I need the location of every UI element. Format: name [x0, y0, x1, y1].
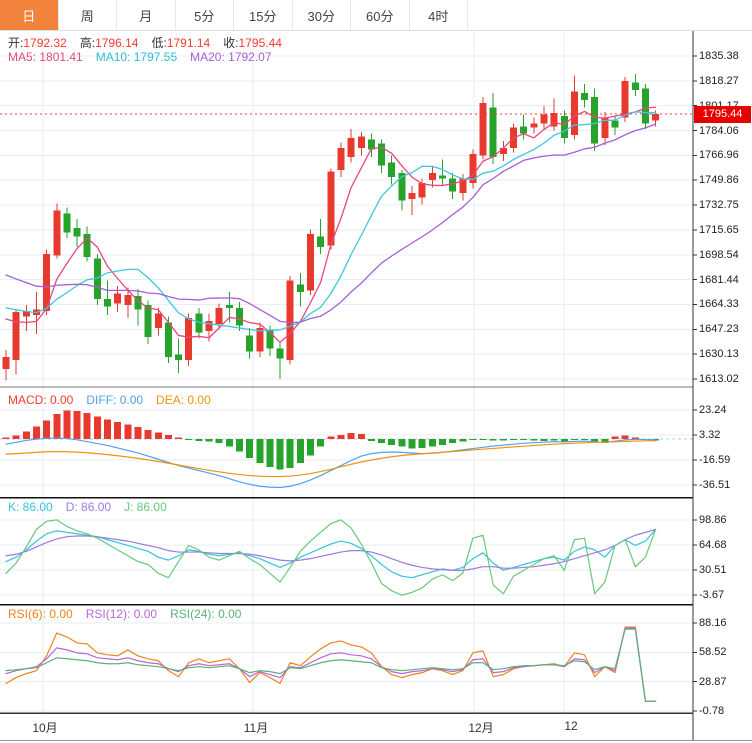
kdj-legend: K: 86.00 D: 86.00 J: 86.00 [8, 500, 167, 514]
low-value: 1791.14 [167, 36, 210, 50]
rsi24-value: RSI(24): 0.00 [170, 607, 241, 621]
macd-axis-label: 3.32 [699, 429, 720, 441]
price-axis-label: 1766.96 [699, 149, 739, 161]
macd-axis-label: -16.59 [699, 454, 730, 466]
price-axis-label: 1818.27 [699, 75, 739, 87]
tab-15分[interactable]: 15分 [234, 0, 293, 30]
close-label: 收: [223, 36, 238, 50]
ohlc-high: 高:1796.14 [80, 34, 139, 51]
close-value: 1795.44 [239, 36, 282, 50]
k-value: K: 86.00 [8, 500, 53, 514]
price-axis-label: 1698.54 [699, 249, 739, 261]
macd-value: MACD: 0.00 [8, 393, 73, 407]
rsi-axis-label: 88.16 [699, 617, 727, 629]
tab-周[interactable]: 周 [59, 0, 118, 30]
chart-svg[interactable] [0, 0, 752, 743]
ma20-value: MA20: 1792.07 [190, 50, 271, 64]
kdj-axis-label: -3.67 [699, 589, 724, 601]
ohlc-close: 收:1795.44 [223, 34, 282, 51]
macd-legend: MACD: 0.00 DIFF: 0.00 DEA: 0.00 [8, 393, 211, 407]
kdj-axis-label: 30.51 [699, 564, 727, 576]
macd-axis-label: 23.24 [699, 404, 727, 416]
current-price-tag: 1795.44 [694, 106, 751, 123]
price-axis-label: 1784.06 [699, 125, 739, 137]
rsi-axis-label: 28.87 [699, 676, 727, 688]
d-value: D: 86.00 [66, 500, 111, 514]
timeframe-tabs: 日周月5分15分30分60分4时 [0, 0, 752, 31]
x-axis-label: 12 [564, 719, 577, 733]
low-label: 低: [151, 36, 166, 50]
price-axis-label: 1732.75 [699, 199, 739, 211]
rsi12-value: RSI(12): 0.00 [86, 607, 157, 621]
diff-value: DIFF: 0.00 [86, 393, 143, 407]
high-value: 1796.14 [95, 36, 138, 50]
price-axis-label: 1749.86 [699, 174, 739, 186]
ma5-value: MA5: 1801.41 [8, 50, 83, 64]
macd-axis-label: -36.51 [699, 479, 730, 491]
ohlc-open: 开:1792.32 [8, 34, 67, 51]
open-label: 开: [8, 36, 23, 50]
high-label: 高: [80, 36, 95, 50]
j-value: J: 86.00 [124, 500, 167, 514]
rsi-axis-label: -0.78 [699, 705, 724, 717]
price-axis-label: 1613.02 [699, 373, 739, 385]
dea-value: DEA: 0.00 [156, 393, 211, 407]
ohlc-legend: 开:1792.32 高:1796.14 低:1791.14 收:1795.44 [8, 34, 282, 51]
ma-legend: MA5: 1801.41 MA10: 1797.55 MA20: 1792.07 [8, 50, 272, 64]
price-axis-label: 1647.23 [699, 323, 739, 335]
price-axis-label: 1715.65 [699, 224, 739, 236]
x-axis-label: 12月 [468, 719, 493, 736]
price-axis-label: 1835.38 [699, 50, 739, 62]
tab-5分[interactable]: 5分 [176, 0, 235, 30]
rsi-axis-label: 58.52 [699, 646, 727, 658]
tab-4时[interactable]: 4时 [410, 0, 469, 30]
x-axis-label: 10月 [32, 719, 57, 736]
rsi6-value: RSI(6): 0.00 [8, 607, 73, 621]
kdj-axis-label: 64.68 [699, 539, 727, 551]
tab-60分[interactable]: 60分 [351, 0, 410, 30]
tab-30分[interactable]: 30分 [293, 0, 352, 30]
rsi-legend: RSI(6): 0.00 RSI(12): 0.00 RSI(24): 0.00 [8, 607, 241, 621]
open-value: 1792.32 [23, 36, 66, 50]
ohlc-low: 低:1791.14 [151, 34, 210, 51]
price-axis-label: 1681.44 [699, 274, 739, 286]
kdj-axis-label: 98.86 [699, 514, 727, 526]
ma10-value: MA10: 1797.55 [96, 50, 177, 64]
tab-日[interactable]: 日 [0, 0, 59, 30]
price-axis-label: 1630.13 [699, 348, 739, 360]
price-axis-label: 1664.33 [699, 298, 739, 310]
x-axis-label: 11月 [244, 719, 268, 736]
tab-月[interactable]: 月 [117, 0, 176, 30]
